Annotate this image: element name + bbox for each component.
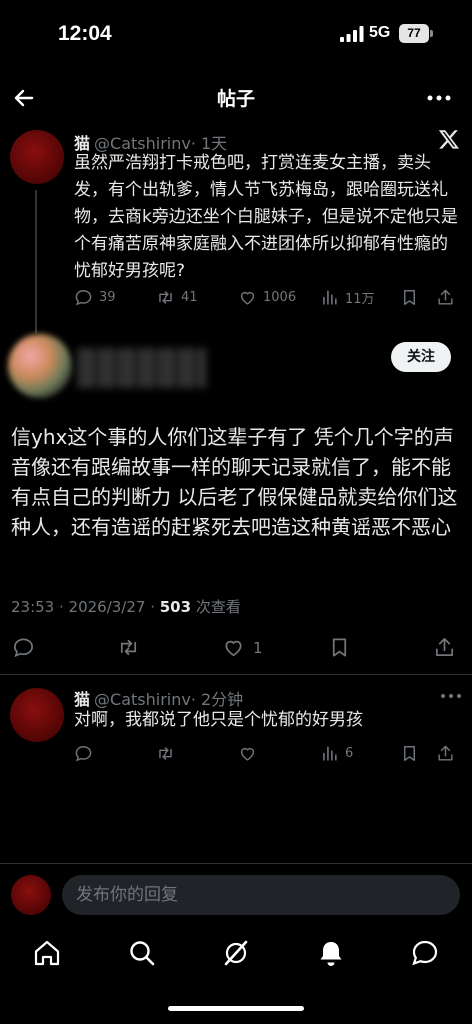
repost-button[interactable] (156, 744, 181, 763)
views-button[interactable]: 11万 (320, 288, 375, 307)
view-count: 503 (159, 598, 192, 616)
avatar[interactable] (11, 875, 51, 915)
home-icon[interactable] (32, 938, 62, 968)
views-count: 6 (345, 746, 354, 761)
bookmark-button[interactable] (400, 744, 425, 763)
battery-nub (430, 30, 433, 37)
like-icon (240, 747, 255, 761)
reply-composer: 发布你的回复 (0, 864, 472, 926)
reply-button[interactable] (74, 744, 99, 763)
status-bar: 12:04 5G 77 (0, 0, 472, 70)
main-post-author-row: 关注 (0, 334, 472, 404)
bookmark-button[interactable] (328, 636, 359, 659)
like-button[interactable]: 1 (222, 636, 263, 659)
search-icon[interactable] (127, 938, 157, 968)
bookmark-button[interactable] (400, 288, 425, 307)
bookmark-icon (404, 746, 415, 761)
notifications-icon[interactable] (316, 938, 346, 968)
thread-line (35, 190, 37, 333)
repost-icon (120, 639, 137, 656)
share-icon (435, 638, 454, 657)
reply-button[interactable] (12, 636, 43, 659)
share-button[interactable] (436, 288, 461, 307)
x-logo-icon (438, 130, 459, 149)
battery-icon: 77 (399, 24, 433, 43)
reply-text: 对啊，我都说了他只是个忧郁的好男孩 (74, 710, 363, 730)
repost-icon (159, 747, 172, 760)
signal-icon (340, 26, 364, 42)
parent-post-actions: 39 41 1006 11万 (74, 288, 454, 312)
grok-icon[interactable] (221, 938, 251, 968)
page-title: 帖子 (216, 88, 255, 110)
more-icon[interactable] (426, 86, 452, 110)
bottom-tab-bar (0, 928, 472, 980)
bookmark-icon (404, 290, 415, 305)
reply-icon (75, 290, 92, 306)
share-button[interactable] (433, 636, 464, 659)
blurred-author-name (78, 348, 208, 388)
more-icon[interactable] (440, 690, 462, 702)
reply-actions: 6 (74, 744, 454, 768)
share-icon (438, 745, 453, 761)
divider (0, 674, 472, 675)
like-count: 1 (253, 638, 263, 657)
repost-count: 41 (181, 290, 198, 305)
network-label: 5G (369, 24, 391, 41)
reply-input[interactable]: 发布你的回复 (62, 875, 460, 915)
like-icon (240, 291, 255, 305)
like-count: 1006 (263, 290, 297, 305)
views-icon (323, 290, 337, 305)
views-count: 11万 (345, 292, 375, 307)
battery-level: 77 (399, 24, 429, 43)
like-button[interactable] (238, 744, 263, 763)
reply-icon (75, 746, 92, 762)
view-count-label: 次查看 (191, 598, 241, 616)
parent-post-text: 虽然严浩翔打卡戒色吧，打赏连麦女主播，卖头发，有个出轨爹，情人节飞苏梅岛，跟哈圈… (74, 153, 458, 281)
post-timestamp: 23:53 · 2026/3/27 · (11, 598, 160, 616)
reply-icon (14, 638, 33, 658)
main-post-text: 信yhx这个事的人你们这辈子有了 凭个几个字的声音像还有跟编故事一样的聊天记录就… (11, 425, 458, 539)
home-indicator (168, 1006, 304, 1011)
like-button[interactable]: 1006 (238, 288, 296, 307)
main-post-meta: 23:53 · 2026/3/27 · 503 次查看 (11, 596, 241, 617)
status-time: 12:04 (58, 22, 112, 45)
like-icon (225, 640, 242, 657)
main-post-actions: 1 (0, 636, 472, 662)
avatar[interactable] (10, 130, 64, 184)
reply-count: 39 (99, 290, 116, 305)
repost-button[interactable] (117, 636, 148, 659)
messages-icon[interactable] (410, 938, 440, 968)
reply-button[interactable]: 39 (74, 288, 116, 307)
avatar[interactable] (10, 688, 64, 742)
follow-button[interactable]: 关注 (391, 342, 451, 372)
bookmark-icon (332, 638, 347, 657)
top-navbar: 帖子 (0, 78, 472, 118)
views-icon (323, 746, 337, 761)
share-icon (438, 289, 453, 305)
share-button[interactable] (436, 744, 461, 763)
repost-button[interactable]: 41 (156, 288, 198, 307)
blurred-avatar[interactable] (8, 334, 72, 398)
views-button[interactable]: 6 (320, 744, 353, 763)
repost-icon (159, 291, 172, 304)
